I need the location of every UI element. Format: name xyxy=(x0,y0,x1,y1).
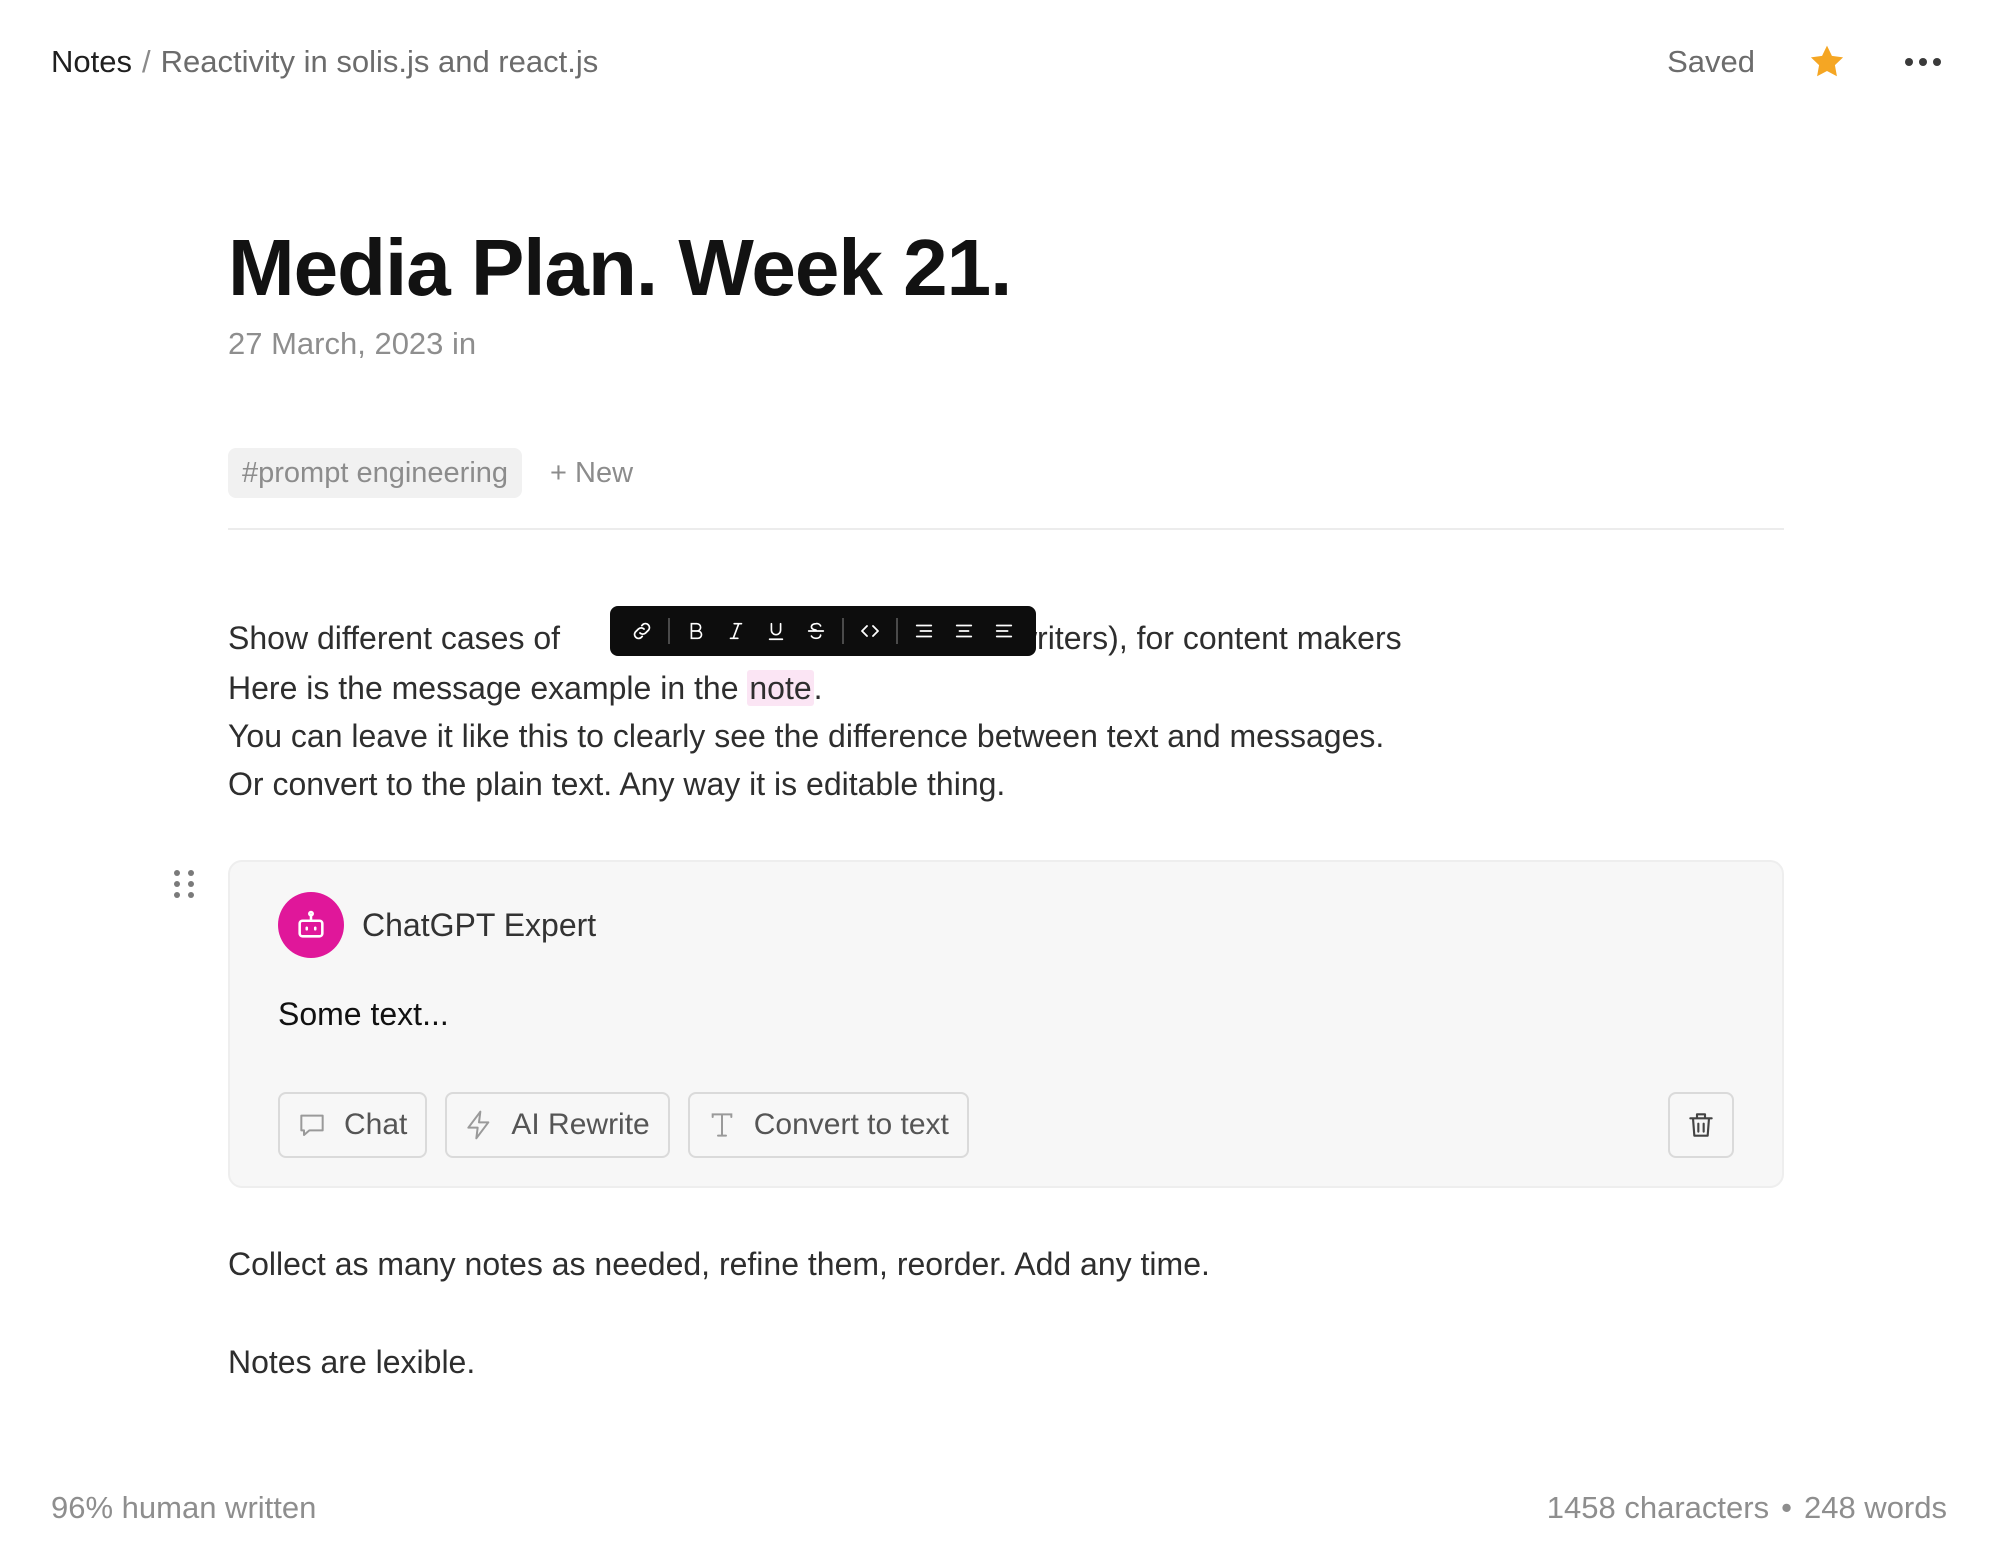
breadcrumb-current-note[interactable]: Reactivity in solis.js and react.js xyxy=(161,44,599,80)
breadcrumb-notes-link[interactable]: Notes xyxy=(51,44,132,80)
breadcrumb-separator: / xyxy=(141,44,151,79)
ai-rewrite-button-label: AI Rewrite xyxy=(511,1108,650,1141)
paragraph-line-2[interactable]: Here is the message example in the note. xyxy=(228,664,823,712)
code-icon xyxy=(861,625,879,637)
align-center-icon xyxy=(955,624,973,638)
message-text[interactable]: Some text... xyxy=(278,996,449,1033)
text-type-icon xyxy=(711,1113,733,1137)
lightning-icon xyxy=(467,1110,490,1140)
paragraph-after-card-2[interactable]: Notes are lexible. xyxy=(228,1338,475,1386)
chat-bubble-icon xyxy=(300,1114,324,1136)
message-author: ChatGPT Expert xyxy=(362,906,597,943)
message-actions: Chat AI Rewrite Convert to text xyxy=(278,1092,969,1158)
star-icon xyxy=(1810,45,1844,77)
delete-button[interactable] xyxy=(1668,1092,1734,1158)
human-written-stat: 96% human written xyxy=(51,1490,317,1525)
strikethrough-icon xyxy=(807,622,825,640)
trash-icon xyxy=(1689,1113,1713,1137)
underline-icon xyxy=(768,622,784,641)
align-right-button[interactable] xyxy=(984,611,1024,651)
chat-button-label: Chat xyxy=(344,1108,408,1141)
character-count: 1458 characters xyxy=(1546,1490,1770,1525)
link-button[interactable] xyxy=(622,611,662,651)
message-card: ChatGPT Expert Some text... Chat AI Rewr… xyxy=(228,860,1784,1188)
top-actions: Saved xyxy=(1667,38,1947,86)
strikethrough-button[interactable] xyxy=(796,611,836,651)
tag-list: #prompt engineering + New xyxy=(228,448,633,498)
more-options-button[interactable] xyxy=(1899,38,1947,86)
convert-to-text-button[interactable]: Convert to text xyxy=(687,1092,969,1158)
note-editor-page: Notes / Reactivity in solis.js and react… xyxy=(0,0,1998,1560)
drag-handle-icon[interactable] xyxy=(174,870,198,900)
breadcrumb: Notes / Reactivity in solis.js and react… xyxy=(51,44,598,80)
top-bar: Notes / Reactivity in solis.js and react… xyxy=(51,34,1947,90)
align-center-button[interactable] xyxy=(944,611,984,651)
toolbar-separator xyxy=(896,618,898,644)
more-icon xyxy=(1905,58,1913,66)
note-date: 27 March, 2023 in xyxy=(228,326,477,361)
divider xyxy=(228,528,1784,530)
italic-icon xyxy=(729,622,743,640)
paragraph-line-4[interactable]: Or convert to the plain text. Any way it… xyxy=(228,760,1005,808)
align-right-icon xyxy=(995,624,1013,638)
underline-button[interactable] xyxy=(756,611,796,651)
code-button[interactable] xyxy=(850,611,890,651)
convert-button-label: Convert to text xyxy=(753,1108,949,1141)
note-title[interactable]: Media Plan. Week 21. xyxy=(228,222,1012,314)
save-status: Saved xyxy=(1667,44,1755,79)
bot-icon xyxy=(298,910,324,938)
word-count-stats: 1458 characters • 248 words xyxy=(1547,1490,1947,1526)
add-tag-button[interactable]: + New xyxy=(550,457,633,490)
paragraph-after-card-1[interactable]: Collect as many notes as needed, refine … xyxy=(228,1240,1210,1288)
bold-button[interactable] xyxy=(676,611,716,651)
avatar xyxy=(278,892,344,958)
bold-icon xyxy=(690,622,703,640)
chat-button[interactable]: Chat xyxy=(278,1092,428,1158)
align-left-icon xyxy=(915,624,933,638)
toolbar-separator xyxy=(668,618,670,644)
favorite-button[interactable] xyxy=(1803,38,1851,86)
highlighted-word[interactable]: note xyxy=(747,670,814,706)
align-left-button[interactable] xyxy=(904,611,944,651)
italic-button[interactable] xyxy=(716,611,756,651)
stat-separator: • xyxy=(1781,1490,1792,1525)
format-toolbar xyxy=(610,606,1036,656)
word-count: 248 words xyxy=(1803,1490,1947,1525)
ai-rewrite-button[interactable]: AI Rewrite xyxy=(445,1092,670,1158)
paragraph-line-3[interactable]: You can leave it like this to clearly se… xyxy=(228,712,1384,760)
link-icon xyxy=(633,622,651,640)
tag-chip[interactable]: #prompt engineering xyxy=(228,448,523,498)
toolbar-separator xyxy=(842,618,844,644)
message-header: ChatGPT Expert xyxy=(278,892,596,958)
